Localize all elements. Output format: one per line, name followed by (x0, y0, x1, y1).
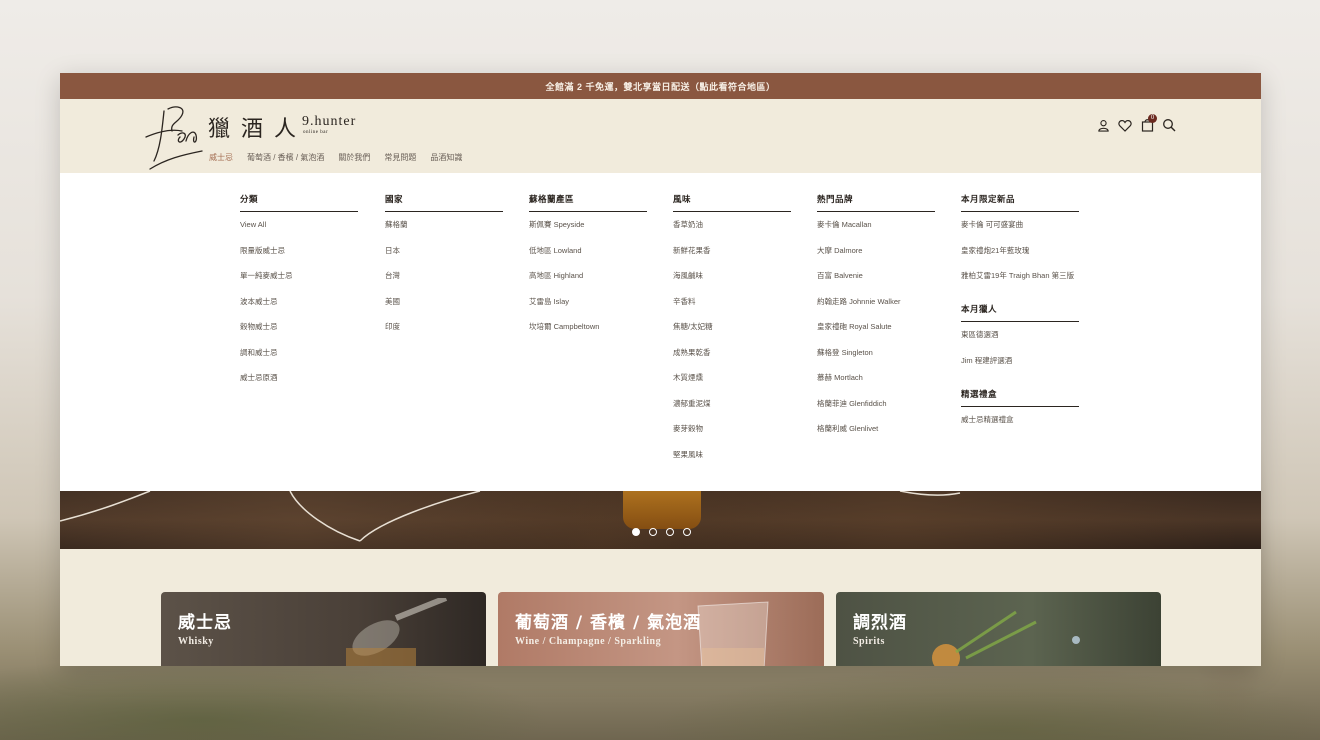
nav-whisky[interactable]: 威士忌 (209, 152, 233, 163)
cart-count-badge: 0 (1148, 114, 1157, 123)
search-icon[interactable] (1161, 117, 1177, 133)
menu-column-monthly: 本月限定新品 麥卡倫 可可盛宴曲 皇家禮炮21年藍玫瑰 雅柏艾雷19年 Trai… (961, 193, 1079, 440)
menu-link[interactable]: 高地區 Highland (529, 271, 647, 297)
menu-column-category: 分類 View All 限量版威士忌 單一純麥威士忌 波本威士忌 穀物威士忌 調… (240, 193, 358, 399)
cocktail-garnish-image (932, 610, 1080, 666)
menu-link[interactable]: 堅果風味 (673, 450, 791, 476)
menu-link[interactable]: 香草奶油 (673, 220, 791, 246)
column-title: 熱門品牌 (817, 193, 935, 212)
menu-link[interactable]: 限量版威士忌 (240, 246, 358, 272)
category-card-whisky[interactable]: 威士忌 Whisky (161, 592, 486, 666)
heart-icon[interactable] (1117, 117, 1133, 133)
menu-link[interactable]: 穀物威士忌 (240, 322, 358, 348)
nav-knowledge[interactable]: 品酒知識 (430, 152, 462, 163)
card-subtitle: Whisky (178, 636, 214, 647)
mega-menu: 分類 View All 限量版威士忌 單一純麥威士忌 波本威士忌 穀物威士忌 調… (60, 173, 1261, 491)
menu-link[interactable]: 大摩 Dalmore (817, 246, 935, 272)
menu-link[interactable]: 雅柏艾雷19年 Traigh Bhan 第三版 (961, 271, 1079, 303)
card-title: 調烈酒 (853, 613, 907, 633)
carousel-dot-4[interactable] (683, 528, 691, 536)
menu-link[interactable]: 威士忌原酒 (240, 373, 358, 399)
menu-link[interactable]: 日本 (385, 246, 503, 272)
card-subtitle: Spirits (853, 636, 885, 647)
menu-link[interactable]: 濃郁重泥煤 (673, 399, 791, 425)
menu-link[interactable]: 新鮮花果香 (673, 246, 791, 272)
card-subtitle: Wine / Champagne / Sparkling (515, 636, 662, 647)
column-title: 本月限定新品 (961, 193, 1079, 212)
menu-column-brands: 熱門品牌 麥卡倫 Macallan 大摩 Dalmore 百富 Balvenie… (817, 193, 935, 450)
bag-icon[interactable]: 0 (1139, 114, 1157, 133)
whisky-pour-image (346, 598, 448, 666)
signature-logo-icon[interactable] (142, 101, 204, 171)
menu-link[interactable]: 格蘭利威 Glenlivet (817, 424, 935, 450)
menu-link[interactable]: 麥卡倫 可可盛宴曲 (961, 220, 1079, 246)
menu-column-flavor: 風味 香草奶油 新鮮花果香 海風鹹味 辛香料 焦糖/太妃糖 成熟果乾香 木質煙燻… (673, 193, 791, 475)
logo-subtitle: online bar (303, 130, 329, 135)
card-title: 威士忌 (178, 613, 232, 633)
menu-link[interactable]: 單一純麥威士忌 (240, 271, 358, 297)
carousel-dot-2[interactable] (649, 528, 657, 536)
user-icon[interactable] (1095, 117, 1111, 133)
menu-link[interactable]: 慕赫 Mortlach (817, 373, 935, 399)
column-title: 國家 (385, 193, 503, 212)
announcement-bar[interactable]: 全館滿 2 千免運，雙北享當日配送（點此看符合地區） (60, 73, 1261, 99)
menu-link[interactable]: 威士忌精選禮盒 (961, 415, 1079, 441)
menu-link[interactable]: View All (240, 220, 358, 246)
nav-about[interactable]: 關於我們 (338, 152, 370, 163)
category-card-spirits[interactable]: 調烈酒 Spirits (836, 592, 1161, 666)
menu-link[interactable]: 辛香料 (673, 297, 791, 323)
carousel-dot-1[interactable] (632, 528, 640, 536)
menu-link[interactable]: 百富 Balvenie (817, 271, 935, 297)
site-header: 獵 酒 人 9.hunter online bar 威士忌 葡萄酒 / 香檳 /… (60, 99, 1261, 173)
nav-faq[interactable]: 常見問題 (384, 152, 416, 163)
menu-link[interactable]: 木質煙燻 (673, 373, 791, 399)
menu-link[interactable]: 麥卡倫 Macallan (817, 220, 935, 246)
category-card-wine[interactable]: 葡萄酒 / 香檳 / 氣泡酒 Wine / Champagne / Sparkl… (498, 592, 824, 666)
menu-link[interactable]: 海風鹹味 (673, 271, 791, 297)
menu-link[interactable]: 蘇格登 Singleton (817, 348, 935, 374)
category-cards: 威士忌 Whisky 葡萄酒 / 香檳 / 氣泡酒 Wine / Champag… (161, 592, 1161, 666)
column-title: 風味 (673, 193, 791, 212)
card-title: 葡萄酒 / 香檳 / 氣泡酒 (515, 613, 702, 633)
wine-glass-image (697, 601, 769, 666)
column-title: 蘇格蘭產區 (529, 193, 647, 212)
menu-link[interactable]: 格蘭菲迪 Glenfiddich (817, 399, 935, 425)
menu-link[interactable]: 坎培爾 Campbeltown (529, 322, 647, 348)
hero-carousel[interactable] (60, 491, 1261, 549)
column-title: 本月獵人 (961, 303, 1079, 322)
header-icons: 0 (1095, 114, 1177, 133)
menu-link[interactable]: 麥芽穀物 (673, 424, 791, 450)
menu-link[interactable]: Jim 程建評選酒 (961, 356, 1079, 388)
menu-link[interactable]: 東區德選酒 (961, 330, 1079, 356)
menu-link[interactable]: 調和威士忌 (240, 348, 358, 374)
carousel-dots (632, 528, 691, 536)
menu-link[interactable]: 印度 (385, 322, 503, 348)
column-title: 精選禮盒 (961, 388, 1079, 407)
main-nav: 威士忌 葡萄酒 / 香檳 / 氣泡酒 關於我們 常見問題 品酒知識 (209, 152, 462, 163)
logo-english-name: 9.hunter (302, 114, 357, 129)
hero-bottle-image (623, 491, 701, 529)
menu-link[interactable]: 皇家禮炮21年藍玫瑰 (961, 246, 1079, 272)
menu-link[interactable]: 斯佩賽 Speyside (529, 220, 647, 246)
menu-link[interactable]: 台灣 (385, 271, 503, 297)
menu-link[interactable]: 皇家禮砲 Royal Salute (817, 322, 935, 348)
menu-column-country: 國家 蘇格蘭 日本 台灣 美國 印度 (385, 193, 503, 348)
menu-link[interactable]: 蘇格蘭 (385, 220, 503, 246)
nav-wine[interactable]: 葡萄酒 / 香檳 / 氣泡酒 (247, 152, 324, 163)
column-title: 分類 (240, 193, 358, 212)
menu-link[interactable]: 波本威士忌 (240, 297, 358, 323)
menu-link[interactable]: 約翰走路 Johnnie Walker (817, 297, 935, 323)
logo-chinese-name: 獵 酒 人 (208, 117, 298, 142)
menu-link[interactable]: 低地區 Lowland (529, 246, 647, 272)
carousel-dot-3[interactable] (666, 528, 674, 536)
menu-link[interactable]: 艾雷島 Islay (529, 297, 647, 323)
menu-link[interactable]: 美國 (385, 297, 503, 323)
menu-column-region: 蘇格蘭產區 斯佩賽 Speyside 低地區 Lowland 高地區 Highl… (529, 193, 647, 348)
website-window: 全館滿 2 千免運，雙北享當日配送（點此看符合地區） 獵 酒 人 9.hunte… (60, 73, 1261, 666)
menu-link[interactable]: 成熟果乾香 (673, 348, 791, 374)
menu-link[interactable]: 焦糖/太妃糖 (673, 322, 791, 348)
